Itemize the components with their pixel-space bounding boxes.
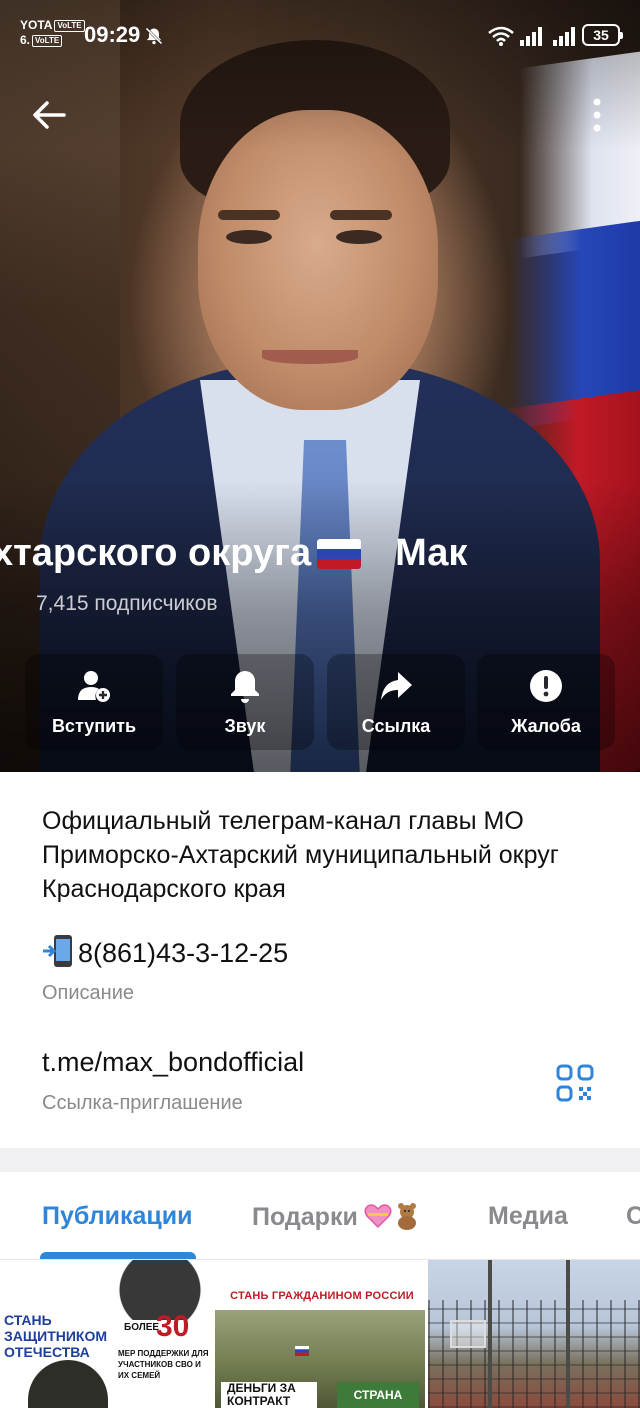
mobile-phone-arrow-icon	[43, 935, 72, 967]
tab-media[interactable]: Медиа	[488, 1202, 568, 1231]
join-button[interactable]: Вступить	[25, 654, 163, 750]
battery-indicator: 35	[582, 24, 623, 46]
channel-actions: Вступить Звук Ссылка Жалоба	[25, 654, 615, 750]
add-user-icon	[78, 671, 110, 702]
channel-title: хтарского округа Мак	[0, 532, 468, 574]
back-arrow-icon[interactable]	[26, 92, 72, 138]
signal-icon	[553, 27, 575, 46]
active-tab-indicator	[40, 1252, 196, 1259]
bell-icon	[231, 671, 259, 703]
bell-off-icon	[145, 27, 163, 45]
channel-header-photo: YOTA VoLTE 6. VoLTE 09:29 35 хтарского о…	[0, 0, 640, 772]
qr-code-icon[interactable]	[556, 1064, 594, 1102]
media-thumbnail[interactable]	[428, 1260, 640, 1408]
invite-link[interactable]: t.me/max_bondofficial	[42, 1044, 304, 1080]
report-icon	[530, 670, 562, 702]
media-thumbnail[interactable]: СТАНЬ ГРАЖДАНИНОМ РОССИИ ДЕНЬГИ ЗА КОНТР…	[215, 1260, 425, 1408]
heart-gift-teddy-icon	[364, 1203, 416, 1230]
phone-number[interactable]: 8(861)43-3-12-25	[42, 934, 288, 971]
wifi-icon	[488, 26, 514, 46]
tab-more[interactable]: С	[626, 1202, 640, 1231]
tab-publications[interactable]: Публикации	[42, 1202, 192, 1231]
section-divider	[0, 1148, 640, 1172]
russia-flag-icon	[317, 539, 362, 569]
russia-flag-icon	[295, 1346, 309, 1356]
channel-info-panel: Официальный телеграм-канал главы МО Прим…	[0, 772, 640, 1148]
report-button[interactable]: Жалоба	[477, 654, 615, 750]
share-icon	[381, 672, 412, 700]
carrier-info: YOTA VoLTE 6. VoLTE	[20, 18, 85, 48]
share-link-button[interactable]: Ссылка	[327, 654, 465, 750]
status-time: 09:29	[84, 22, 141, 47]
more-vertical-icon[interactable]	[582, 92, 612, 138]
sound-button[interactable]: Звук	[176, 654, 314, 750]
tab-gifts[interactable]: Подарки	[252, 1202, 424, 1232]
channel-description: Официальный телеграм-канал главы МО Прим…	[42, 807, 559, 903]
invite-link-label: Ссылка-приглашение	[42, 1092, 243, 1114]
subscriber-count: 7,415 подписчиков	[36, 592, 218, 615]
content-tabs: Публикации Подарки Медиа С	[0, 1172, 640, 1260]
status-bar: YOTA VoLTE 6. VoLTE 09:29 35	[0, 0, 640, 70]
signal-icon	[520, 27, 542, 46]
media-grid: СТАНЬ ЗАЩИТНИКОМ ОТЕЧЕСТВА БОЛЕЕ 30 МЕР …	[0, 1260, 640, 1408]
media-thumbnail[interactable]: СТАНЬ ЗАЩИТНИКОМ ОТЕЧЕСТВА БОЛЕЕ 30 МЕР …	[0, 1260, 212, 1408]
description-label: Описание	[42, 982, 135, 1004]
